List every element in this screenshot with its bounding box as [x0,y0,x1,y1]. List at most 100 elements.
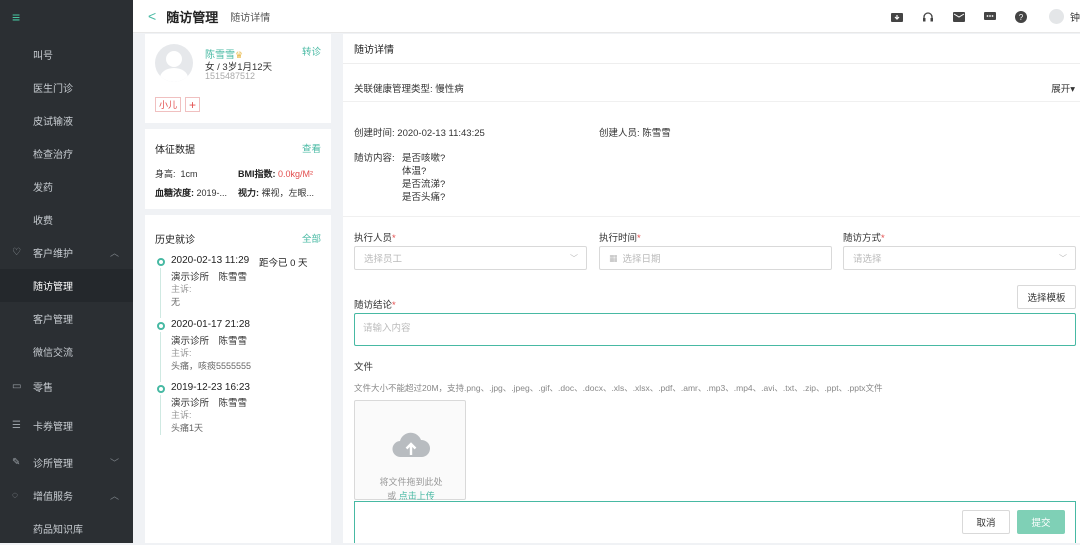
chevron-down-icon: ﹀ [570,253,578,263]
history-clinic: 演示诊所 陈雪雪 [171,398,248,409]
upload-hint: 将文件拖到此处 [379,477,443,487]
vision-row: 视力: 裸视，左眼... [238,186,314,199]
sidebar-item-label: 增值服务 [33,492,73,503]
complaint-label: 主诉: [171,348,192,358]
sidebar-item-label: 发药 [33,183,53,194]
sidebar-item-label: 叫号 [33,51,53,62]
health-type-value: 慢性病 [435,84,464,95]
method-placeholder: 请选择 [853,254,882,265]
sidebar-item-label: 检查治疗 [33,150,73,161]
sidebar-item-infusion[interactable]: 皮试输液 [0,104,133,137]
height-row: 身高: 1cm [155,167,198,180]
history-clinic: 演示诊所 陈雪雪 [171,336,248,347]
caret-down-icon: ▾ [1070,84,1075,95]
upload-dropzone[interactable]: 将文件拖到此处 或 点击上传 [354,400,466,501]
chevron-down-icon: ﹀ [109,458,119,468]
cancel-button[interactable]: 取消 [962,510,1010,534]
method-label: 随访方式* [843,230,885,244]
download-icon[interactable] [890,10,903,23]
card-icon: ☰ [12,420,21,431]
conclusion-textarea[interactable]: 请输入内容 [354,313,1076,346]
history-date: 2019-12-23 16:23 [171,382,250,393]
method-select[interactable]: 请选择 ﹀ [843,246,1076,270]
transfer-link[interactable]: 转诊 [302,44,321,58]
sidebar-group-coupon[interactable]: ☰ 卡券管理 [0,409,133,442]
headset-icon[interactable] [921,10,934,23]
content-label: 随访内容: [354,153,395,164]
timeline-line [160,395,161,435]
avatar[interactable] [1049,9,1064,24]
sidebar-item-charge[interactable]: 收费 [0,203,133,236]
glucose-value: 2019-... [196,188,228,198]
sidebar-item-drug-knowledge[interactable]: 药品知识库 [0,512,133,545]
sidebar-item-label: 皮试输液 [33,117,73,128]
user-name[interactable]: 钟 [1070,9,1080,24]
sidebar-group-retail[interactable]: ▭ 零售 [0,370,133,403]
divider [145,209,331,215]
created-time-label: 创建时间: [354,128,395,139]
content-line: 是否头痛? [402,192,446,203]
mail-icon[interactable] [952,10,965,23]
executor-label: 执行人员* [354,230,396,244]
sidebar-item-call[interactable]: 叫号 [0,38,133,71]
health-type-row: 关联健康管理类型: 慢性病 [354,81,464,95]
back-icon[interactable]: < [148,8,156,24]
time-label-text: 执行时间 [599,233,638,244]
executor-placeholder: 选择员工 [364,254,403,265]
vitals-title: 体征数据 [155,145,195,156]
sidebar-item-label: 医生门诊 [33,84,73,95]
required-mark: * [392,233,396,244]
history-days: 距今已 0 天 [259,258,308,269]
vitals-view-link[interactable]: 查看 [302,141,321,155]
patient-panel: 陈雪雪♛ 女 / 3岁1月12天 1515487512 转诊 小儿 + 体征数据… [145,34,331,543]
expand-toggle[interactable]: 展开▾ [1051,81,1075,95]
file-hint: 文件大小不能超过20M，支持.png、.jpg、.jpeg、.gif、.doc、… [354,383,883,393]
executor-select[interactable]: 选择员工 ﹀ [354,246,587,270]
glucose-label: 血糖浓度: [155,188,194,198]
health-type-label: 关联健康管理类型: [354,84,433,95]
select-template-button[interactable]: 选择模板 [1017,285,1076,309]
sidebar-group-value-added[interactable]: ◌ 增值服务 ︿ [0,479,133,512]
sidebar-item-exam[interactable]: 检查治疗 [0,137,133,170]
complaint-value: 头痛，咳痰5555555 [171,361,252,371]
history-entry[interactable]: 2019-12-23 16:23 演示诊所 陈雪雪 主诉: 头痛1天 [155,382,325,442]
sidebar-item-outpatient[interactable]: 医生门诊 [0,71,133,104]
sidebar-group-clinic[interactable]: ✎ 诊所管理 ﹀ [0,446,133,479]
heart-icon: ♡ [12,247,21,258]
sidebar-item-label: 药品知识库 [33,525,83,536]
divider [343,101,1080,102]
file-label: 文件 [354,362,374,373]
followup-detail-panel: 随访详情 关联健康管理类型: 慢性病 展开▾ 创建时间: 2020-02-13 … [343,34,1080,543]
date-picker[interactable]: ▦ 选择日期 [599,246,832,270]
timeline-line [160,268,161,318]
cart-icon: ▭ [12,381,22,392]
date-placeholder: 选择日期 [622,254,661,265]
sidebar-item-wechat[interactable]: 微信交流 [0,335,133,368]
cloud-upload-icon [392,432,431,458]
click-upload-link[interactable]: 点击上传 [399,491,435,501]
history-all-link[interactable]: 全部 [302,231,321,245]
divider [145,123,331,129]
message-icon[interactable] [983,10,996,23]
submit-button[interactable]: 提交 [1017,510,1065,534]
help-icon[interactable]: ? [1014,10,1027,23]
executor-label-text: 执行人员 [354,233,393,244]
sidebar-item-customer-manage[interactable]: 客户管理 [0,302,133,335]
sidebar-item-label: 零售 [33,383,53,394]
wrench-icon: ✎ [12,457,21,468]
sidebar-item-label: 收费 [33,216,53,227]
add-tag-button[interactable]: + [185,97,200,112]
creator-row: 创建人员: 陈雪雪 [599,125,671,139]
sidebar-item-followup[interactable]: 随访管理 [0,269,133,302]
sidebar-item-dispense[interactable]: 发药 [0,170,133,203]
history-entry[interactable]: 2020-01-17 21:28 演示诊所 陈雪雪 主诉: 头痛，咳痰55555… [155,319,325,382]
time-label: 执行时间* [599,230,641,244]
sidebar: ≡ 叫号 医生门诊 皮试输液 检查治疗 发药 收费 ♡ 客户维护 ︿ 随访管理 客户… [0,0,133,543]
menu-icon[interactable]: ≡ [0,0,133,34]
timeline-dot [157,322,165,330]
sidebar-item-label: 微信交流 [33,348,73,359]
created-time-value: 2020-02-13 11:43:25 [397,128,485,139]
history-entry[interactable]: 2020-02-13 11:29 距今已 0 天 演示诊所 陈雪雪 主诉: 无 [155,255,325,318]
sidebar-group-customer[interactable]: ♡ 客户维护 ︿ [0,236,133,269]
expand-label: 展开 [1051,84,1071,95]
